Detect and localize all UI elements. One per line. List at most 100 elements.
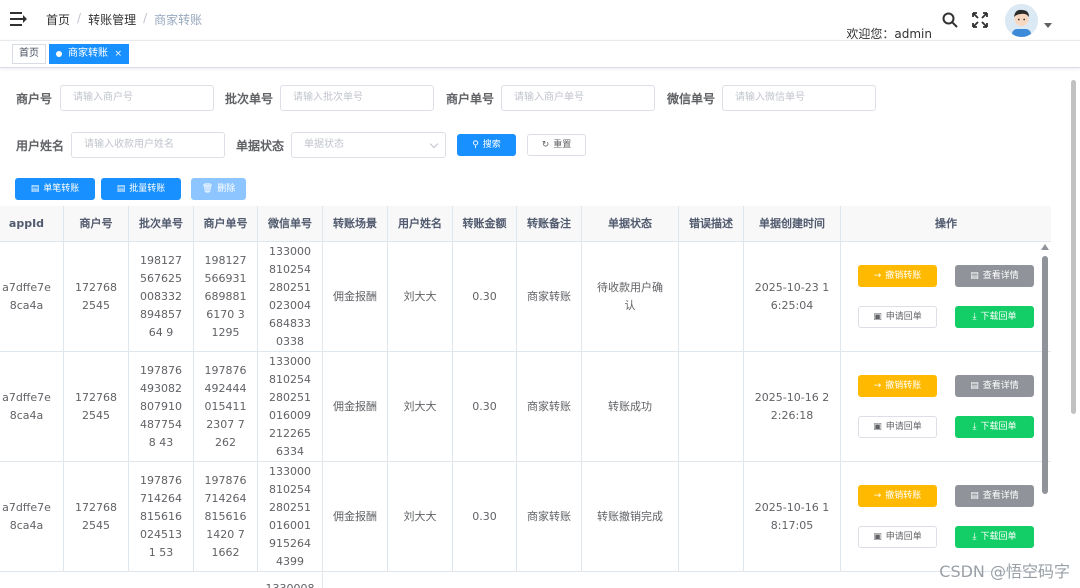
revoke-transfer-button[interactable]: → 撤销转账 [858, 265, 937, 287]
cell-created-text: 2025-10-16 18:17:05 [754, 501, 830, 532]
batch-no-input[interactable]: 请输入批次单号 [280, 85, 434, 111]
cell-error [679, 462, 744, 572]
cell-amount: 0.30 [453, 352, 517, 462]
col-error: 错误描述 [679, 206, 744, 242]
table-row: a7dffe7e8ca4a 1727682545 19787649308280791… [0, 352, 1051, 462]
cell-batch-no-text: 1978764930828079104877548 43 [140, 364, 182, 449]
search-button[interactable]: ⚲ 搜索 [457, 134, 516, 156]
reset-button[interactable]: ↻ 重置 [527, 134, 586, 156]
cell-wx-no-text: 1330008 [266, 580, 315, 588]
download-receipt-button-label: 下载回单 [980, 532, 1017, 542]
avatar[interactable] [1005, 4, 1038, 37]
document-icon: ▤ [30, 184, 40, 194]
cell-amount: 0.30 [453, 462, 517, 572]
fullscreen-icon[interactable] [972, 12, 988, 28]
scroll-up-icon[interactable] [1041, 244, 1049, 250]
view-detail-button-label: 查看详情 [982, 491, 1019, 501]
breadcrumb-separator: / [143, 11, 148, 25]
cell-username-text: 刘大大 [403, 510, 437, 523]
cell-wx-no: 1330008102542802510230046848330338 [258, 242, 323, 352]
user-avatar-icon [1005, 4, 1038, 37]
single-transfer-label: 单笔转账 [43, 184, 80, 194]
close-icon[interactable]: × [114, 45, 122, 63]
revoke-transfer-button[interactable]: → 撤销转账 [858, 375, 937, 397]
delete-button[interactable]: 🗑 删除 [191, 178, 246, 200]
breadcrumb-home[interactable]: 首页 [46, 11, 70, 28]
cell-actions: → 撤销转账 ▤ 查看详情 ▣ 申请回单 ⤓ 下载回单 [841, 352, 1051, 462]
cell-appid-text: a7dffe7e8ca4a [2, 501, 51, 532]
arrow-right-icon: → [873, 381, 882, 391]
cell-username-text: 刘大大 [403, 290, 437, 303]
tag-merchant-transfer[interactable]: 商家转账 × [49, 44, 129, 64]
username-input[interactable]: 请输入收款用户姓名 [71, 132, 225, 158]
revoke-transfer-button[interactable]: → 撤销转账 [858, 485, 937, 507]
cell-status-text: 转账撤销完成 [597, 510, 663, 523]
download-receipt-button[interactable]: ⤓ 下载回单 [955, 416, 1034, 438]
breadcrumb-transfer-management[interactable]: 转账管理 [88, 11, 136, 28]
revoke-transfer-button-label: 撤销转账 [885, 491, 922, 501]
out-no-input[interactable]: 请输入商户单号 [501, 85, 655, 111]
cell-scene: 佣金报酬 [323, 352, 388, 462]
cell-scene: 佣金报酬 [323, 242, 388, 352]
tag-home[interactable]: 首页 [12, 44, 46, 64]
table-scrollbar[interactable] [1042, 256, 1048, 494]
batch-transfer-button[interactable]: ▤ 批量转账 [101, 178, 181, 200]
breadcrumb-separator: / [77, 11, 82, 25]
wx-no-input[interactable]: 请输入微信单号 [722, 85, 876, 111]
col-amount: 转账金额 [453, 206, 517, 242]
download-receipt-button[interactable]: ⤓ 下载回单 [955, 306, 1034, 328]
batch-transfer-label: 批量转账 [129, 184, 166, 194]
view-detail-button[interactable]: ▤ 查看详情 [955, 485, 1034, 507]
apply-receipt-button[interactable]: ▣ 申请回单 [858, 416, 937, 438]
breadcrumb-merchant-transfer: 商家转账 [154, 13, 203, 27]
col-username: 用户姓名 [388, 206, 453, 242]
cell-username: 刘大大 [388, 352, 453, 462]
col-remark: 转账备注 [517, 206, 582, 242]
hamburger-icon[interactable] [10, 12, 27, 26]
cell-remark: 商家转账 [517, 462, 582, 572]
cell-username: 刘大大 [388, 242, 453, 352]
cell-out-no-text: 1981275669316898816170 31295 [204, 254, 247, 339]
cell-appid: a7dffe7e8ca4a [0, 352, 64, 462]
chevron-down-icon [429, 139, 439, 149]
mchid-input[interactable]: 请输入商户号 [60, 85, 214, 111]
download-receipt-button[interactable]: ⤓ 下载回单 [955, 526, 1034, 548]
table-row-partial: 1330008 [0, 572, 1051, 588]
label-mchid: 商户号 [16, 92, 53, 106]
chevron-down-icon[interactable] [1044, 23, 1052, 28]
col-created: 单据创建时间 [744, 206, 841, 242]
cell-out-no-text: 1978764924440154112307 7262 [204, 364, 247, 449]
navbar: 首页 / 转账管理 / 商家转账 欢迎您：admin [0, 0, 1080, 41]
col-batch-no: 批次单号 [129, 206, 194, 242]
cell-status: 转账撤销完成 [582, 462, 679, 572]
cell-amount-text: 0.30 [472, 290, 497, 303]
transfer-table: appId 商户号 批次单号 商户单号 微信单号 转账场景 用户姓名 转账金额 … [0, 206, 1051, 588]
cell-appid-text: a7dffe7e8ca4a [2, 281, 51, 312]
download-icon: ⤓ [972, 312, 977, 322]
active-dot-icon [56, 51, 62, 57]
col-appid: appId [0, 206, 64, 242]
revoke-transfer-button-label: 撤销转账 [885, 381, 922, 391]
receipt-icon: ▣ [873, 422, 882, 432]
search-icon[interactable] [942, 12, 958, 28]
cell-created-text: 2025-10-16 22:26:18 [754, 391, 830, 422]
apply-receipt-button-label: 申请回单 [885, 422, 922, 432]
single-transfer-button[interactable]: ▤ 单笔转账 [15, 178, 95, 200]
download-receipt-button-label: 下载回单 [980, 312, 1017, 322]
view-detail-button[interactable]: ▤ 查看详情 [955, 265, 1034, 287]
detail-icon: ▤ [970, 381, 979, 391]
page-scrollbar[interactable] [1071, 80, 1076, 414]
cell-out-no: 1978764924440154112307 7262 [194, 352, 258, 462]
label-status: 单据状态 [236, 139, 285, 153]
apply-receipt-button[interactable]: ▣ 申请回单 [858, 526, 937, 548]
cell-mchid-text: 1727682545 [75, 281, 117, 312]
status-select[interactable]: 单据状态 [291, 132, 446, 158]
apply-receipt-button[interactable]: ▣ 申请回单 [858, 306, 937, 328]
cell-mchid-text: 1727682545 [75, 501, 117, 532]
apply-receipt-button-label: 申请回单 [885, 532, 922, 542]
cell-scene-text: 佣金报酬 [333, 510, 377, 523]
cell-created: 2025-10-16 18:17:05 [744, 462, 841, 572]
cell-out-no: 1981275669316898816170 31295 [194, 242, 258, 352]
cell-remark: 商家转账 [517, 352, 582, 462]
view-detail-button[interactable]: ▤ 查看详情 [955, 375, 1034, 397]
